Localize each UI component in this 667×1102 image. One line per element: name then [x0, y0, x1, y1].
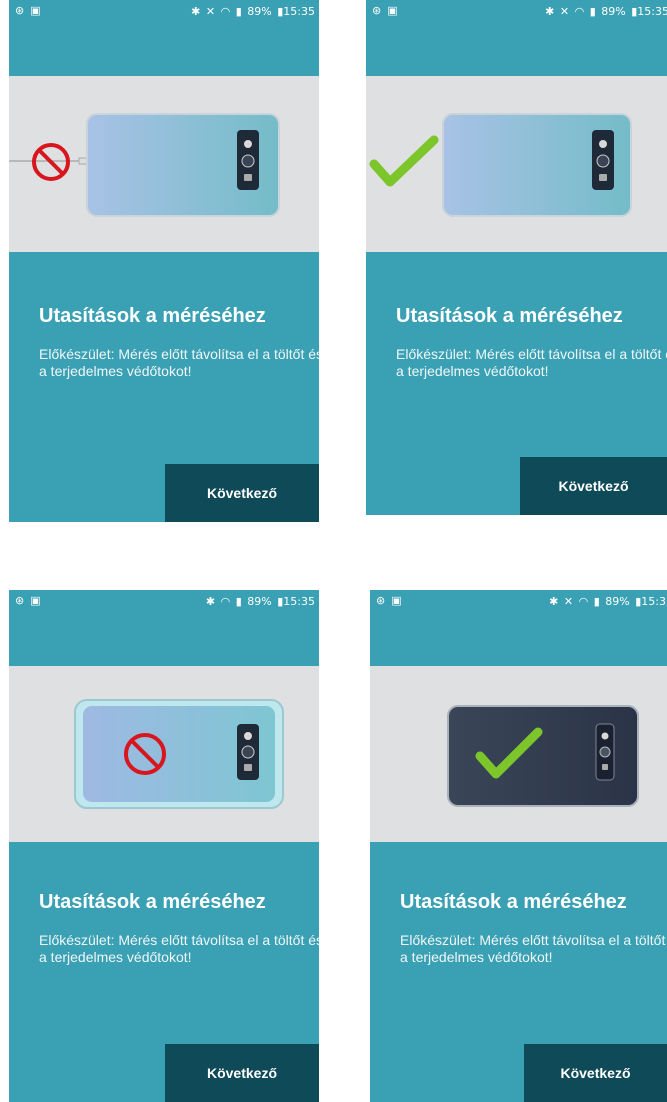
signal-icon: ▮: [235, 595, 242, 608]
bluetooth-icon: ✱: [205, 595, 216, 608]
bluetooth-icon: ✱: [545, 5, 555, 18]
status-bar: ⊛▣ ✱ ✕ ◠ ▮ 89% ▮15:35: [9, 0, 319, 24]
illustration-panel: [9, 76, 319, 252]
screen-without-case: ⊛▣ ✱ ✕ ◠ ▮ 89% ▮15:35 Utasí: [370, 590, 667, 1102]
battery-percent: 89%: [605, 595, 630, 608]
gallery-icon: ▣: [30, 594, 41, 607]
clock: 15:35: [641, 595, 667, 608]
illustration-panel: [9, 666, 319, 842]
percent-badge-icon: ⊛: [372, 4, 382, 17]
screen-without-charger: ⊛ ▣ ✱ ✕ ◠ ▮ 89% ▮15:35 Utasítások a méré…: [366, 0, 667, 515]
next-button[interactable]: Következő: [165, 1044, 319, 1102]
wifi-icon: ◠: [578, 595, 589, 608]
screen-with-charger: ⊛ ▣ ✱ ✕ ◠ ▮ 89% ▮15:35 Utasítások a méré…: [9, 0, 319, 522]
instructions-title: Utasítások a méréséhez: [396, 305, 623, 327]
battery-percent: 89%: [247, 5, 272, 18]
battery-percent: 89%: [601, 5, 626, 18]
signal-icon: ▮: [235, 5, 242, 18]
signal-icon: ▮: [593, 595, 600, 608]
wifi-icon: ◠: [574, 5, 585, 18]
status-bar: ⊛▣ ✱ ✕ ◠ ▮ 89% ▮15:35: [370, 590, 667, 614]
percent-badge-icon: ⊛: [376, 594, 386, 607]
clock: 15:35: [283, 595, 315, 608]
gallery-icon: ▣: [391, 594, 402, 607]
signal-icon: ▮: [589, 5, 596, 18]
gallery-icon: ▣: [387, 4, 398, 17]
mute-icon: ✕: [559, 5, 570, 18]
clock: 15:35: [283, 5, 315, 18]
instructions-title: Utasítások a méréséhez: [39, 891, 266, 913]
status-bar: ⊛▣ ✱ ✕ ◠ ▮ 89% ▮15:35: [366, 0, 667, 24]
gallery-icon: ▣: [30, 4, 41, 17]
next-button[interactable]: Következő: [524, 1044, 667, 1102]
instructions-body: Előkészület: Mérés előtt távolítsa el a …: [39, 932, 319, 965]
instructions-body: Előkészület: Mérés előtt távolítsa el a …: [396, 346, 667, 379]
percent-badge-icon: ⊛: [15, 4, 25, 17]
battery-percent: 89%: [247, 595, 272, 608]
instructions-body: Előkészület: Mérés előtt távolítsa el a …: [39, 346, 319, 379]
illustration-panel: [370, 666, 667, 842]
bluetooth-icon: ✱: [191, 5, 201, 18]
status-bar: ⊛ ▣ ✱ ◠ ▮ 89% ▮15:35: [9, 590, 319, 614]
instructions-title: Utasítások a méréséhez: [39, 305, 266, 327]
wifi-icon: ◠: [220, 5, 231, 18]
percent-badge-icon: ⊛: [15, 594, 25, 607]
mute-icon: ✕: [205, 5, 216, 18]
instructions-title: Utasítások a méréséhez: [400, 891, 627, 913]
check-icon: [369, 135, 439, 187]
mute-icon: ✕: [563, 595, 574, 608]
next-button[interactable]: Következő: [520, 457, 667, 515]
wifi-icon: ◠: [220, 595, 231, 608]
instructions-body: Előkészület: Mérés előtt távolítsa el a …: [400, 932, 667, 965]
bluetooth-icon: ✱: [549, 595, 559, 608]
screen-with-case: ⊛ ▣ ✱ ◠ ▮ 89% ▮15:35 Utasítások a mérésé…: [9, 590, 319, 1102]
next-button[interactable]: Következő: [165, 464, 319, 522]
illustration-panel: [366, 76, 667, 252]
clock: 15:35: [637, 5, 667, 18]
